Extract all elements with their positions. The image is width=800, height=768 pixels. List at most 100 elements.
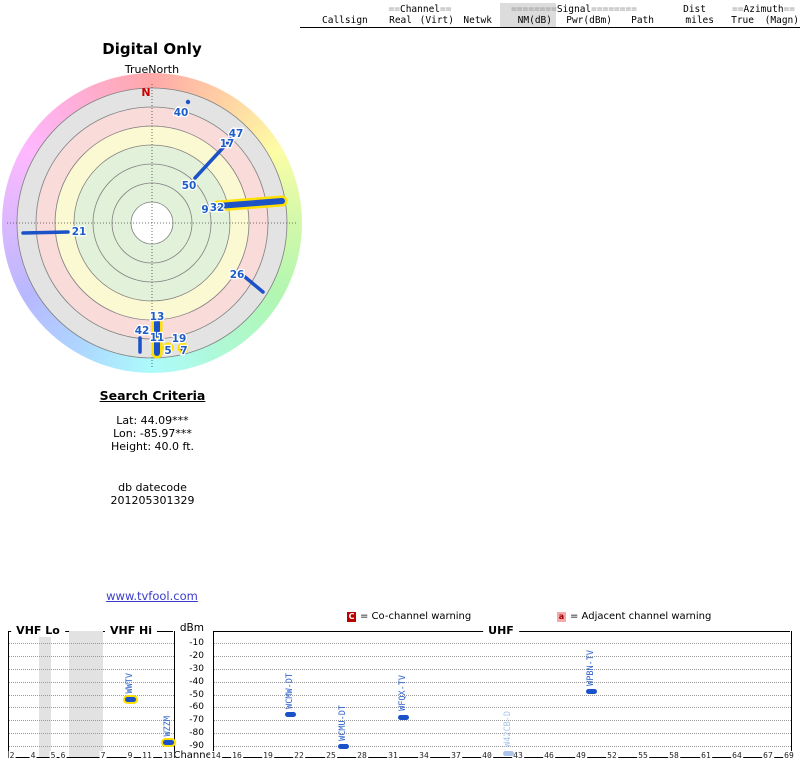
channel-tick-label: 37 <box>450 751 462 761</box>
col-header-pwr: Pwr(dBm) <box>566 15 612 26</box>
grid-line <box>9 720 174 722</box>
radar-channel-label: 5 <box>164 345 171 357</box>
channel-tick-label: 49 <box>575 751 587 761</box>
dbm-tick-label: -40 <box>189 676 204 687</box>
grid-line <box>9 668 174 670</box>
signal-group-header: ========Signal======== <box>511 4 637 15</box>
radar-channel-label: 50 <box>182 180 197 192</box>
channel-tick-label: 46 <box>543 751 555 761</box>
radar-station-spoke <box>243 275 265 294</box>
co-channel-legend: C = Co-channel warning <box>347 611 471 622</box>
signal-marker <box>502 750 514 756</box>
channel-tick-label: 69 <box>783 751 795 761</box>
col-header-magn: (Magn) <box>764 15 799 26</box>
search-criteria-heading: Search Criteria <box>99 388 206 403</box>
grid-line <box>214 694 791 696</box>
channel-tick-label: 6 <box>59 751 67 761</box>
signal-marker-label: W42CB-D <box>503 711 513 747</box>
north-indicator: N <box>141 86 150 99</box>
signal-marker-label: WCMW-DT <box>285 672 295 709</box>
tvfool-website-link[interactable]: www.tvfool.com <box>52 589 252 603</box>
channel-tick-label: 67 <box>762 751 774 761</box>
channel-tick-label: 61 <box>700 751 712 761</box>
height-value: Height: 40.0 ft. <box>110 440 195 453</box>
grid-line <box>9 745 174 747</box>
radar-channel-label: 17 <box>220 138 235 150</box>
channel-tick-label: 52 <box>606 751 618 761</box>
grid-line <box>214 643 791 645</box>
channel-tick-label: 19 <box>262 751 274 761</box>
dbm-tick-label: -10 <box>189 638 204 649</box>
dbm-axis-title: dBm <box>179 622 204 634</box>
grid-line <box>9 643 174 645</box>
co-channel-legend-text: = Co-channel warning <box>360 611 472 622</box>
channel-tick-label: 28 <box>356 751 368 761</box>
signal-marker <box>397 714 409 720</box>
signal-marker-label: WCMU-DT <box>338 704 348 741</box>
radar-channel-label: 19 <box>172 333 187 345</box>
col-header-netwk: Netwk <box>463 15 492 26</box>
signal-table: ==Channel== ========Signal======== Dist ==A… <box>300 4 800 30</box>
col-header-real: Real <box>389 15 412 26</box>
signal-marker-label: WFQX-TV <box>398 675 408 712</box>
grid-line <box>9 707 174 709</box>
grid-line <box>9 694 174 696</box>
signal-marker <box>124 697 136 703</box>
radar-channel-label: 42 <box>135 325 150 337</box>
signal-marker <box>162 740 174 746</box>
channel-tick-label: 5 <box>49 751 57 761</box>
radar-channel-label: 7 <box>180 345 187 357</box>
header-spacer <box>300 4 386 15</box>
col-header-virt: (Virt) <box>419 15 454 26</box>
radar-channel-label: 21 <box>72 226 87 238</box>
radar-channel-label: 32 <box>210 202 225 214</box>
channel-tick-label: 16 <box>231 751 243 761</box>
grid-line <box>214 656 791 658</box>
chart-panel <box>8 631 175 758</box>
channel-tick-label: 13 <box>162 751 174 761</box>
signal-marker-label: WZZM <box>163 716 173 737</box>
channel-tick-label: 40 <box>481 751 493 761</box>
longitude-value: Lon: -85.97*** <box>113 427 192 440</box>
grid-line <box>214 668 791 670</box>
header-spacer <box>454 4 492 15</box>
channel-tick-label: 9 <box>126 751 134 761</box>
signal-marker <box>585 689 597 695</box>
radar-channel-label: 40 <box>174 107 189 119</box>
grid-line <box>214 707 791 709</box>
radar-station-dot <box>185 99 191 105</box>
radar-channel-label: 26 <box>230 269 245 281</box>
dbm-tick-label: -90 <box>189 740 204 751</box>
channel-tick-label: 22 <box>293 751 305 761</box>
adjacent-channel-legend-text: = Adjacent channel warning <box>570 611 712 622</box>
channel-tick-label: 7 <box>99 751 107 761</box>
channel-tick-label: 34 <box>418 751 430 761</box>
band-title: UHF <box>483 624 519 637</box>
channel-group-header: ==Channel== <box>388 4 452 15</box>
signal-marker <box>337 744 349 750</box>
grid-line <box>9 681 174 683</box>
db-datecode-label: db datecode <box>118 481 187 494</box>
dbm-tick-label: -20 <box>189 651 204 662</box>
channel-tick-label: 11 <box>141 751 153 761</box>
col-header-path: Path <box>631 15 654 26</box>
dbm-tick-label: -60 <box>189 702 204 713</box>
latitude-value: Lat: 44.09*** <box>116 414 189 427</box>
radar-station-spoke <box>21 230 70 235</box>
adjacent-channel-legend: a = Adjacent channel warning <box>557 611 711 622</box>
search-criteria: Search Criteria Lat: 44.09*** Lon: -85.9… <box>20 388 285 507</box>
radar-channel-label: 9 <box>201 204 208 216</box>
grid-line <box>214 681 791 683</box>
signal-marker-label: WPBN-TV <box>586 650 596 686</box>
band-title: VHF Hi <box>104 624 158 637</box>
channel-tick-label: 14 <box>210 751 222 761</box>
band-title: VHF Lo <box>11 624 65 637</box>
dbm-tick-label: -70 <box>189 715 204 726</box>
co-channel-icon: C <box>347 611 356 622</box>
channel-tick-label: 25 <box>325 751 337 761</box>
tvfool-report-page: Digital Only TrueNorth N 40 47 17 50 9 32 21 26 1… <box>0 0 800 768</box>
channel-tick-label: 43 <box>512 751 524 761</box>
azimuth-group-header: ==Azimuth== <box>732 4 795 15</box>
col-header-spacer <box>300 15 322 26</box>
db-datecode-value: 201205301329 <box>110 494 195 507</box>
